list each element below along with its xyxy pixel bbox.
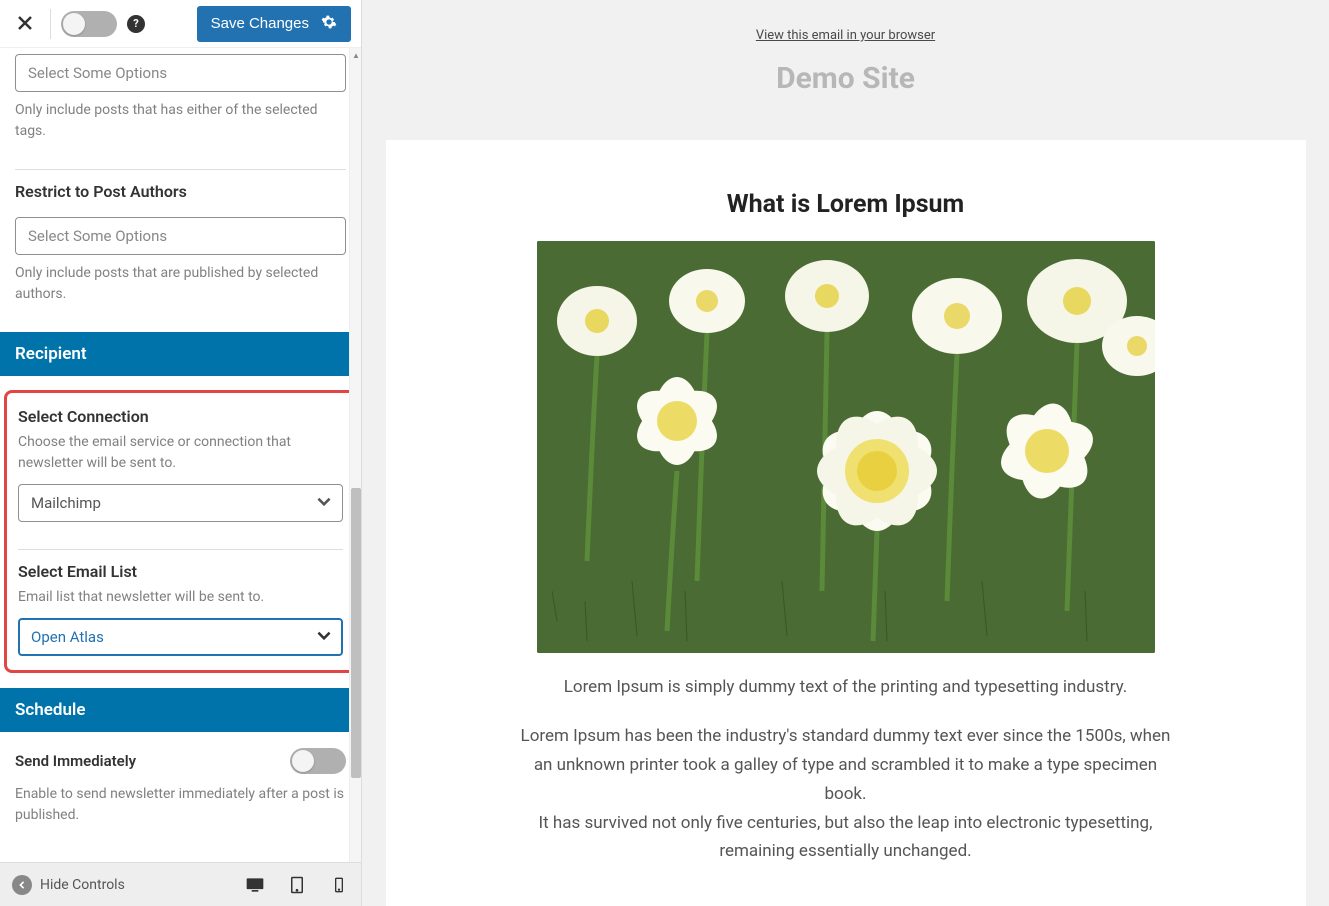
scrollbar-track[interactable]: ▲ (349, 48, 361, 862)
help-icon[interactable]: ? (127, 15, 145, 33)
tags-field: Only include posts that has either of th… (15, 48, 346, 154)
scrollbar-thumb[interactable] (351, 488, 361, 778)
authors-label: Restrict to Post Authors (15, 182, 346, 201)
recipient-section-header: Recipient (0, 332, 361, 376)
connection-select[interactable]: Mailchimp (18, 484, 343, 522)
bottom-bar: Hide Controls (0, 862, 361, 906)
connection-help: Choose the email service or connection t… (18, 432, 343, 474)
toggle-knob (63, 13, 85, 35)
recipient-highlight: Select Connection Choose the email servi… (4, 390, 357, 673)
publish-toggle[interactable] (61, 11, 117, 37)
email-list-field: Select Email List Email list that newsle… (18, 550, 343, 656)
save-button[interactable]: Save Changes (197, 6, 351, 42)
email-content: What is Lorem Ipsum (386, 140, 1306, 906)
send-immediately-row: Send Immediately (15, 732, 346, 780)
toggle-knob (292, 750, 314, 772)
scroll-up-icon: ▲ (350, 48, 362, 62)
send-immediately-help: Enable to send newsletter immediately af… (15, 784, 346, 826)
hide-controls-label: Hide Controls (40, 877, 125, 893)
close-icon (17, 15, 33, 31)
device-icons (245, 875, 349, 895)
tags-input[interactable] (15, 54, 346, 92)
article-para-2: Lorem Ipsum has been the industry's stan… (516, 722, 1176, 866)
site-title: Demo Site (776, 61, 915, 96)
save-button-label: Save Changes (211, 15, 309, 32)
authors-input[interactable] (15, 217, 346, 255)
desktop-icon[interactable] (245, 875, 265, 895)
top-toolbar: ? Save Changes (0, 0, 361, 48)
send-immediately-label: Send Immediately (15, 752, 136, 770)
email-list-label: Select Email List (18, 562, 343, 581)
tags-help: Only include posts that has either of th… (15, 100, 346, 142)
para2-line1: Lorem Ipsum has been the industry's stan… (521, 726, 1171, 804)
preview-pane: View this email in your browser Demo Sit… (362, 0, 1329, 906)
tablet-icon[interactable] (287, 875, 307, 895)
article-para-1: Lorem Ipsum is simply dummy text of the … (516, 673, 1176, 702)
schedule-section-header: Schedule (0, 688, 361, 732)
panel-scroll-area: Only include posts that has either of th… (0, 48, 361, 862)
send-immediately-toggle[interactable] (290, 748, 346, 774)
authors-field: Restrict to Post Authors Only include po… (15, 170, 346, 317)
collapse-icon (12, 875, 32, 895)
divider (50, 9, 51, 39)
article-title: What is Lorem Ipsum (416, 190, 1276, 219)
authors-help: Only include posts that are published by… (15, 263, 346, 305)
article-image (537, 241, 1155, 653)
connection-label: Select Connection (18, 407, 343, 426)
view-in-browser-link[interactable]: View this email in your browser (756, 28, 935, 43)
email-list-help: Email list that newsletter will be sent … (18, 587, 343, 608)
mobile-icon[interactable] (329, 875, 349, 895)
close-button[interactable] (10, 9, 40, 39)
customizer-sidebar: ? Save Changes Only include posts that h… (0, 0, 362, 906)
connection-field: Select Connection Choose the email servi… (18, 407, 343, 534)
para2-line2: It has survived not only five centuries,… (539, 813, 1153, 862)
email-list-select[interactable]: Open Atlas (18, 618, 343, 656)
hide-controls-button[interactable]: Hide Controls (12, 875, 125, 895)
gear-icon (321, 14, 337, 34)
